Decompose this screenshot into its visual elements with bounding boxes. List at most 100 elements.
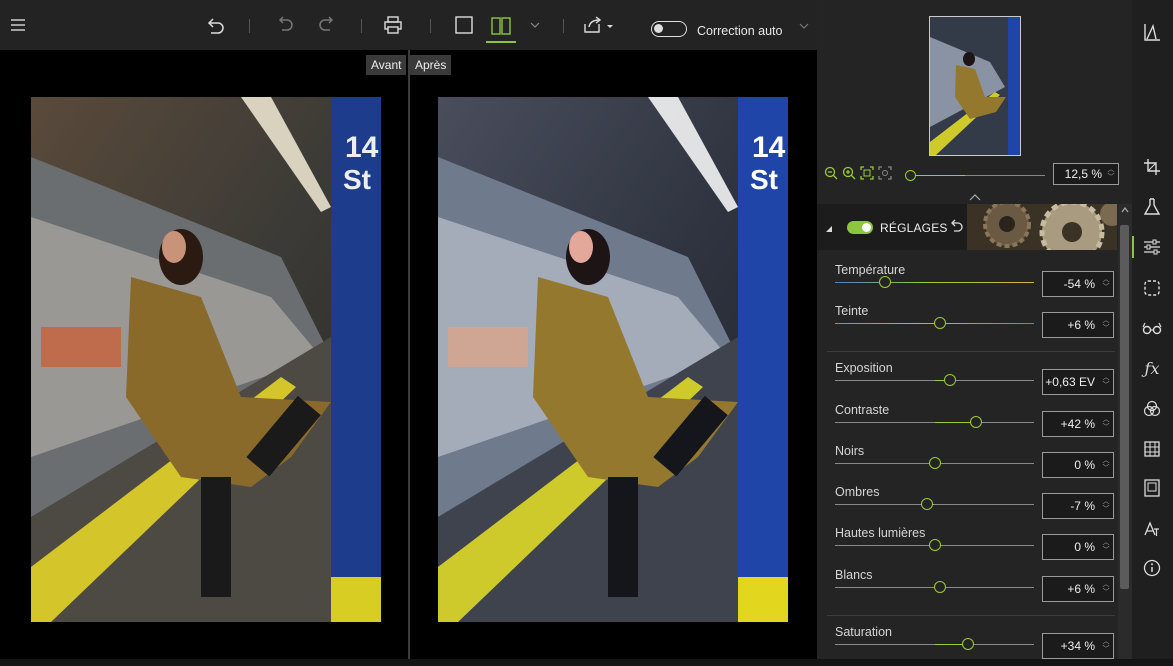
selection-icon[interactable] [1140,276,1164,300]
slider-row: Saturation +34 % ︿ ﹀ [817,625,1117,666]
slider-knob[interactable] [962,638,975,650]
slider-track[interactable] [835,504,1034,505]
undo-all-icon[interactable] [202,13,228,37]
slider-knob[interactable] [970,416,983,428]
redo-icon[interactable] [314,13,340,37]
zoom-slider-knob[interactable] [905,170,916,181]
navigator-thumbnail[interactable] [929,16,1021,156]
glasses-icon[interactable] [1140,316,1164,340]
slider-knob[interactable] [944,374,957,386]
menu-icon[interactable] [6,13,30,37]
auto-correction-toggle[interactable] [651,21,687,37]
slider-knob[interactable] [920,498,933,510]
slider-value: +34 % [1060,639,1095,653]
slider-value-field[interactable]: +6 % ︿ ﹀ [1042,576,1114,602]
slider-track[interactable] [835,644,1034,645]
slider-label: Saturation [835,625,892,639]
slider-value: +6 % [1067,582,1095,596]
slider-knob[interactable] [934,581,947,593]
slider-track[interactable] [835,422,1034,423]
auto-correction-chevron-icon[interactable] [799,21,809,32]
split-divider[interactable] [408,50,410,659]
view-mode-chevron-icon[interactable] [528,13,542,37]
reset-adjustments-icon[interactable] [950,218,964,237]
histogram-icon[interactable] [1140,20,1164,44]
zoom-value-field[interactable]: 12,5 % ︿ ﹀ [1053,163,1119,185]
color-wheels-icon[interactable] [1140,397,1164,421]
export-icon[interactable] [580,13,618,37]
lab-flask-icon[interactable] [1140,195,1164,219]
zoom-in-icon[interactable] [842,166,856,183]
slider-track[interactable] [835,380,1034,381]
before-photo[interactable]: 14 St [31,97,381,622]
svg-text:St: St [750,164,778,195]
slider-knob[interactable] [878,276,891,288]
slider-label: Température [835,263,906,277]
slider-value: +0,63 EV [1045,375,1095,389]
split-view-icon[interactable] [486,11,516,43]
before-label: Avant [366,55,407,75]
grid-icon[interactable] [1140,437,1164,461]
actual-size-icon[interactable] [878,166,892,183]
slider-label: Contraste [835,403,890,417]
auto-correction-label: Correction auto [697,24,783,38]
adjustment-panel: 12,5 % ︿ ﹀ RÉGLAGES Température -54 % ︿ … [817,0,1132,659]
fit-to-screen-icon[interactable] [860,166,874,183]
undo-icon[interactable] [272,13,298,37]
slider-knob[interactable] [928,539,941,551]
slider-label: Ombres [835,485,880,499]
scroll-up-icon[interactable] [1121,206,1129,215]
slider-row: Température -54 % ︿ ﹀ [817,263,1117,304]
slider-value-field[interactable]: -7 % ︿ ﹀ [1042,493,1114,519]
slider-value: +6 % [1067,318,1095,332]
slider-knob[interactable] [928,457,941,469]
zoom-controls: 12,5 % ︿ ﹀ [817,160,1132,190]
crop-icon[interactable] [1140,155,1164,179]
slider-value: 0 % [1074,540,1095,554]
zoom-out-icon[interactable] [824,166,838,183]
svg-text:St: St [343,164,371,195]
slider-row: Contraste +42 % ︿ ﹀ [817,403,1117,444]
gears-header-image [967,199,1124,265]
slider-row: Ombres -7 % ︿ ﹀ [817,485,1117,526]
after-photo[interactable]: 14 St [438,97,788,622]
slider-value-field[interactable]: +34 % ︿ ﹀ [1042,633,1114,659]
info-icon[interactable] [1140,556,1164,580]
slider-row: Teinte +6 % ︿ ﹀ [817,304,1117,345]
slider-value-field[interactable]: 0 % ︿ ﹀ [1042,452,1114,478]
frame-icon[interactable] [1140,476,1164,500]
slider-value: 0 % [1074,458,1095,472]
slider-label: Blancs [835,568,873,582]
slider-value-field[interactable]: +42 % ︿ ﹀ [1042,411,1114,437]
text-icon[interactable] [1140,517,1164,541]
sliders-icon[interactable] [1140,235,1164,259]
adjustments-header[interactable]: RÉGLAGES [817,199,1124,265]
zoom-slider-track[interactable] [905,170,1045,181]
top-toolbar: Correction auto [0,0,817,50]
group-divider [827,615,1115,616]
adjustments-enable-toggle[interactable] [847,221,873,234]
slider-value-field[interactable]: 0 % ︿ ﹀ [1042,534,1114,560]
slider-value-field[interactable]: -54 % ︿ ﹀ [1042,271,1114,297]
image-viewer: Avant Après 14 St 14 St [0,50,817,659]
slider-row: Blancs +6 % ︿ ﹀ [817,568,1117,609]
after-label: Après [410,55,452,75]
collapse-navigator-icon[interactable] [969,190,981,204]
slider-knob[interactable] [934,317,947,329]
slider-value: +42 % [1060,417,1095,431]
slider-row: Hautes lumières 0 % ︿ ﹀ [817,526,1117,567]
slider-value-field[interactable]: +0,63 EV ︿ ﹀ [1042,369,1114,395]
slider-label: Noirs [835,444,865,458]
slider-row: Noirs 0 % ︿ ﹀ [817,444,1117,485]
single-view-icon[interactable] [451,13,477,37]
slider-label: Exposition [835,361,893,375]
fx-icon[interactable]: ƒx [1140,356,1164,380]
expand-triangle-icon[interactable] [825,222,833,236]
print-icon[interactable] [380,13,406,37]
panel-scrollbar-thumb[interactable] [1120,225,1129,589]
slider-value-field[interactable]: +6 % ︿ ﹀ [1042,312,1114,338]
slider-label: Hautes lumières [835,526,926,540]
active-tool-indicator [1132,236,1134,258]
slider-track[interactable] [835,282,1034,283]
group-divider [827,351,1115,352]
